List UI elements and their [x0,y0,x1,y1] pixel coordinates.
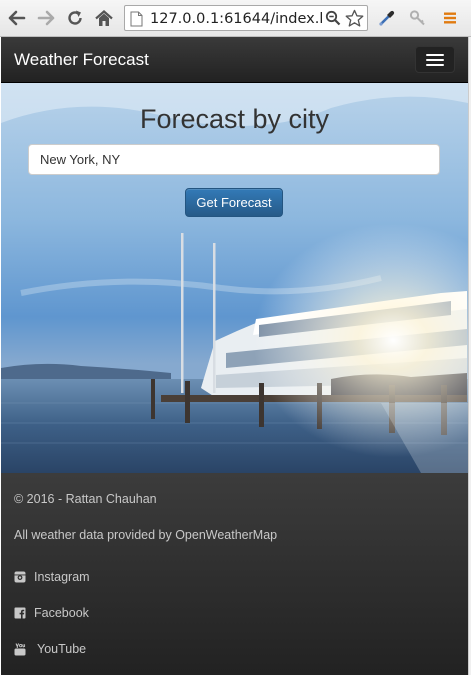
key-icon[interactable] [407,7,429,29]
address-bar[interactable]: 127.0.0.1:61644/index.html [124,5,368,31]
navbar: Weather Forecast [1,37,468,83]
city-input[interactable] [28,144,440,175]
zoom-icon[interactable] [325,10,341,30]
reload-icon[interactable] [64,7,86,29]
get-forecast-button[interactable]: Get Forecast [185,188,283,217]
facebook-icon [14,607,26,619]
instagram-icon [14,571,26,583]
page-title: Forecast by city [139,104,330,134]
home-icon[interactable] [93,7,115,29]
youtube-label: YouTube [37,642,87,656]
bookmark-star-icon[interactable] [345,9,364,30]
forward-arrow-icon[interactable] [35,7,57,29]
hero-section: Forecast by city Get Forecast [1,83,468,473]
browser-toolbar: 127.0.0.1:61644/index.html [0,0,471,37]
lake-ferry-background-image [1,83,468,473]
url-text[interactable]: 127.0.0.1:61644/index.html [150,9,322,29]
youtube-link[interactable]: YouTube [14,641,86,657]
copyright-text: © 2016 - Rattan Chauhan [14,492,157,506]
hamburger-menu-icon[interactable] [415,46,455,73]
eyedropper-extension-icon[interactable] [376,7,398,29]
brand-title[interactable]: Weather Forecast [14,50,149,70]
back-arrow-icon[interactable] [6,7,28,29]
footer: © 2016 - Rattan Chauhan All weather data… [1,473,468,675]
facebook-label: Facebook [34,606,89,620]
menu-icon[interactable] [439,7,461,29]
facebook-link[interactable]: Facebook [14,605,89,621]
instagram-label: Instagram [34,570,90,584]
attribution-text: All weather data provided by OpenWeather… [14,528,278,542]
youtube-icon [14,642,26,655]
page-icon [130,11,143,30]
instagram-link[interactable]: Instagram [14,569,90,585]
